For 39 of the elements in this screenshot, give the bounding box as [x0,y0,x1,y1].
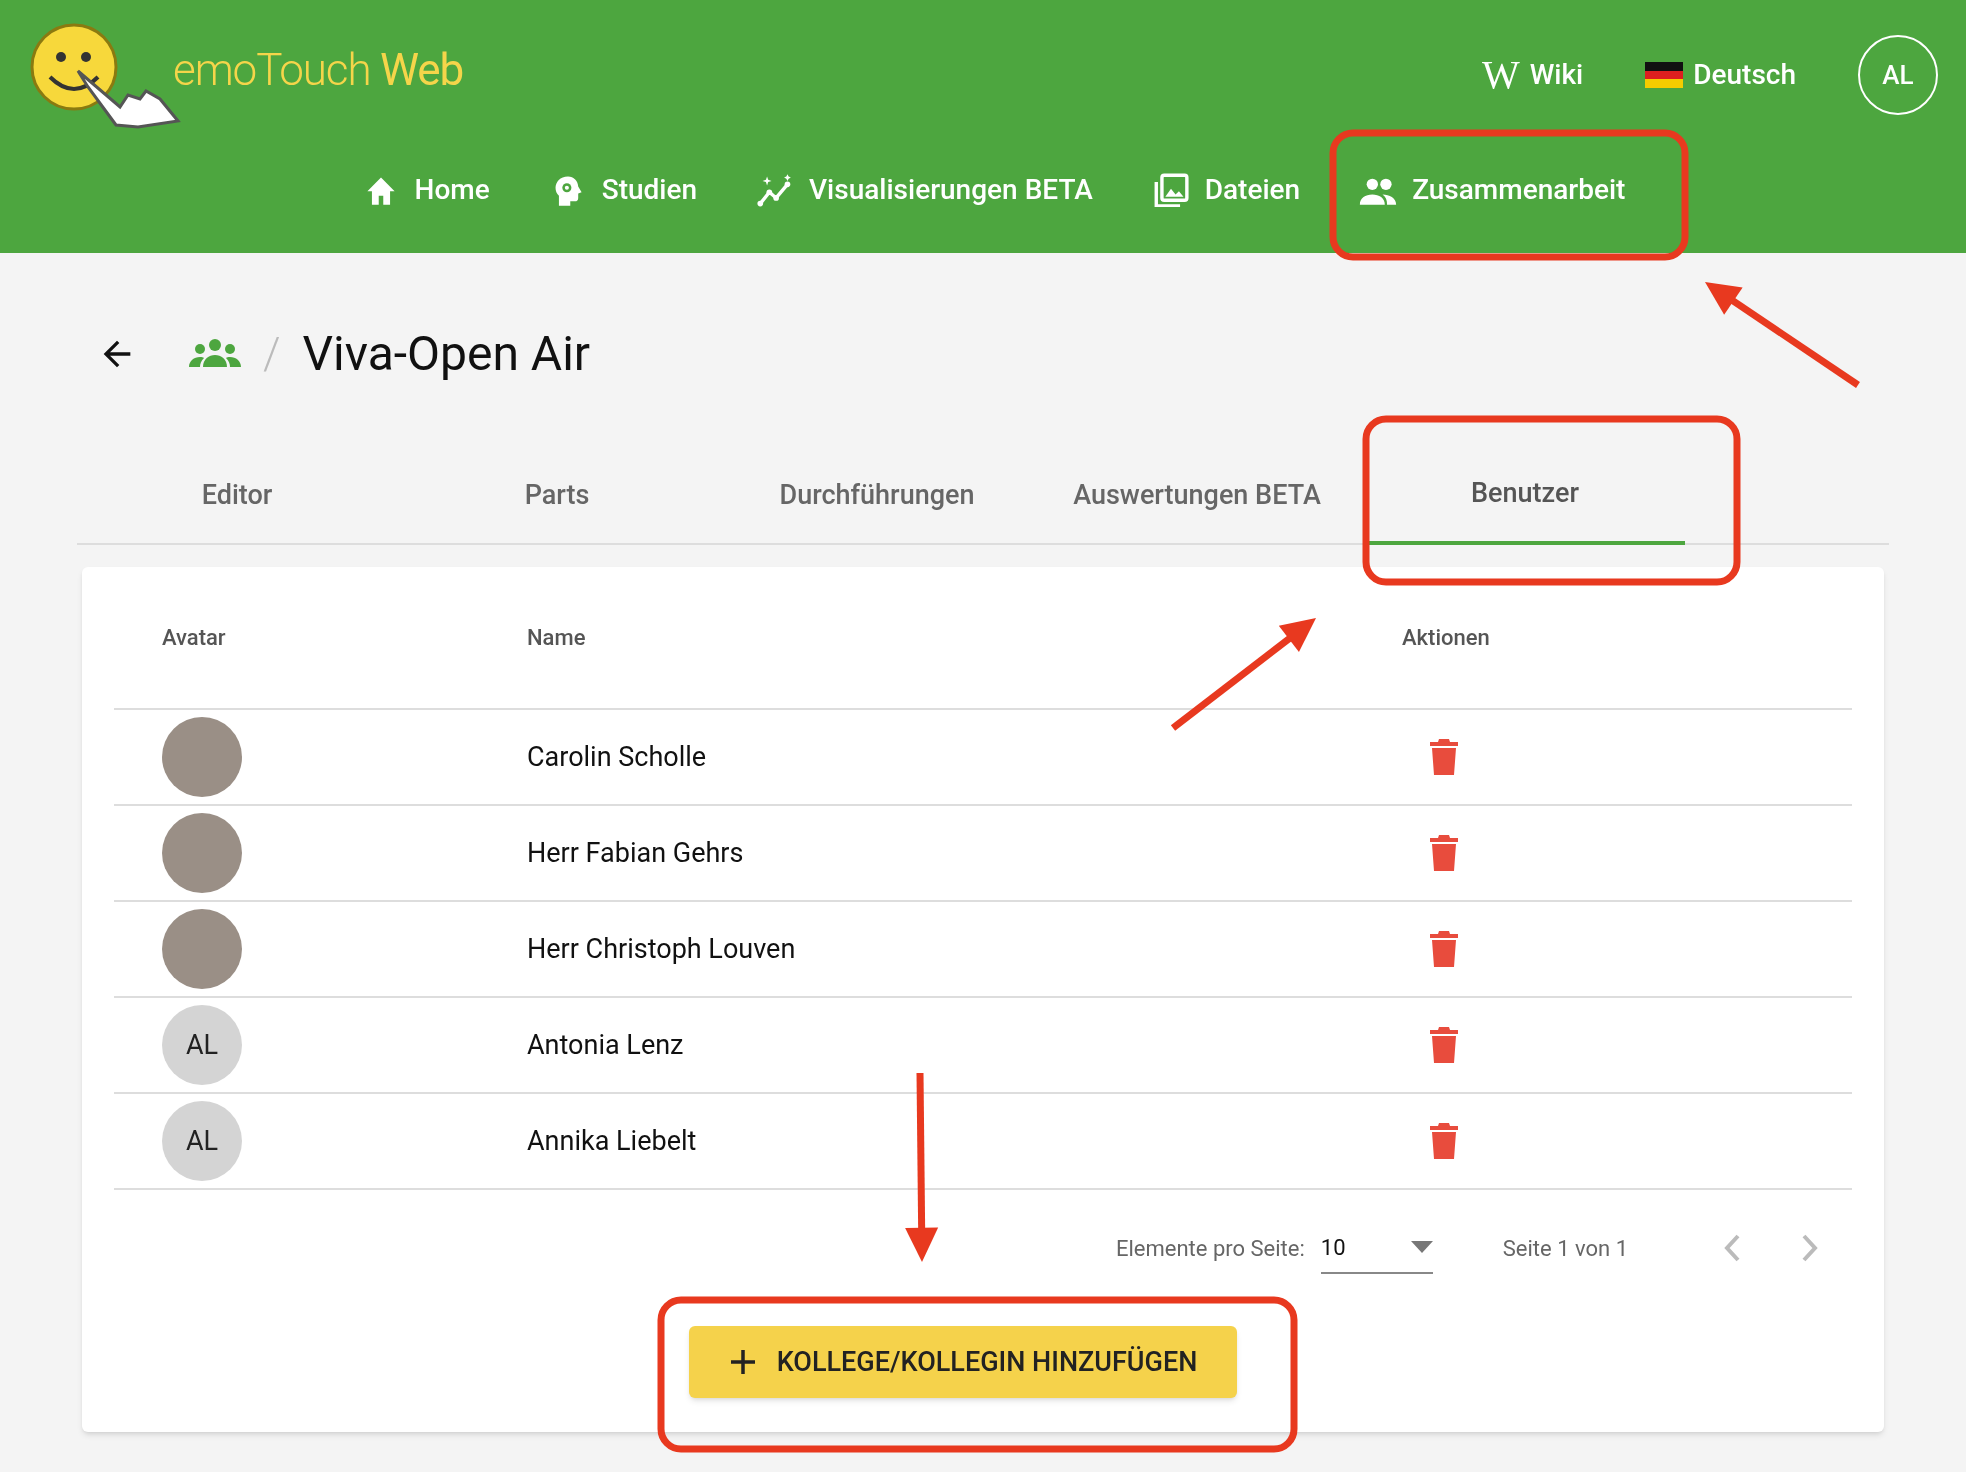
tab[interactable]: Durchführungen [717,445,1037,545]
flag-icon [1645,62,1684,88]
user-name: Herr Fabian Gehrs [527,836,744,869]
user-name: Carolin Scholle [527,740,707,773]
user-name: Herr Christoph Louven [527,932,796,965]
tab[interactable]: Editor [77,445,397,545]
page-title: Viva-Open Air [302,324,591,384]
avatar-initials: AL [162,1101,242,1181]
delete-icon[interactable] [1430,931,1458,967]
tab[interactable]: Benutzer [1365,445,1685,545]
logo-text: emoTouch Web [173,43,464,98]
column-header: Aktionen [1402,625,1490,650]
column-header: Name [527,625,586,650]
add-colleague-button[interactable]: KOLLEGE/KOLLEGIN HINZUFÜGEN [688,1326,1238,1398]
delete-icon[interactable] [1430,1123,1458,1159]
account-avatar-button[interactable]: AL [1858,35,1938,115]
user-name: Annika Liebelt [527,1124,697,1157]
delete-icon[interactable] [1430,739,1458,775]
tab[interactable]: Auswertungen BETA [1037,445,1357,545]
avatar-initials: AL [162,1005,242,1085]
wiki-link[interactable]: W Wiki [1481,54,1584,96]
nav-link[interactable]: Zusammenarbeit [1334,160,1650,220]
dropdown-caret-icon [1410,1241,1433,1253]
delete-icon[interactable] [1430,1027,1458,1063]
tab[interactable]: Parts [397,445,717,545]
wiki-logo-icon: W [1481,55,1520,95]
nav-link[interactable]: Dateien [1126,160,1325,220]
nav-link[interactable]: Visualisierungen BETA [731,160,1117,220]
page-range-text: Seite 1 von 1 [1502,1234,1628,1263]
user-name: Antonia Lenz [527,1028,684,1061]
nav-link[interactable]: Studien [523,160,722,220]
plus-icon [728,1348,757,1376]
column-header: Avatar [162,625,226,650]
delete-icon[interactable] [1430,835,1458,871]
breadcrumb-separator: / [263,327,281,382]
nav-link[interactable]: Home [336,160,514,220]
language-selector[interactable]: Deutsch [1645,54,1796,96]
page-size-label: Elemente pro Seite: [1115,1234,1305,1263]
page-size-select[interactable]: 10 [1320,1222,1433,1274]
